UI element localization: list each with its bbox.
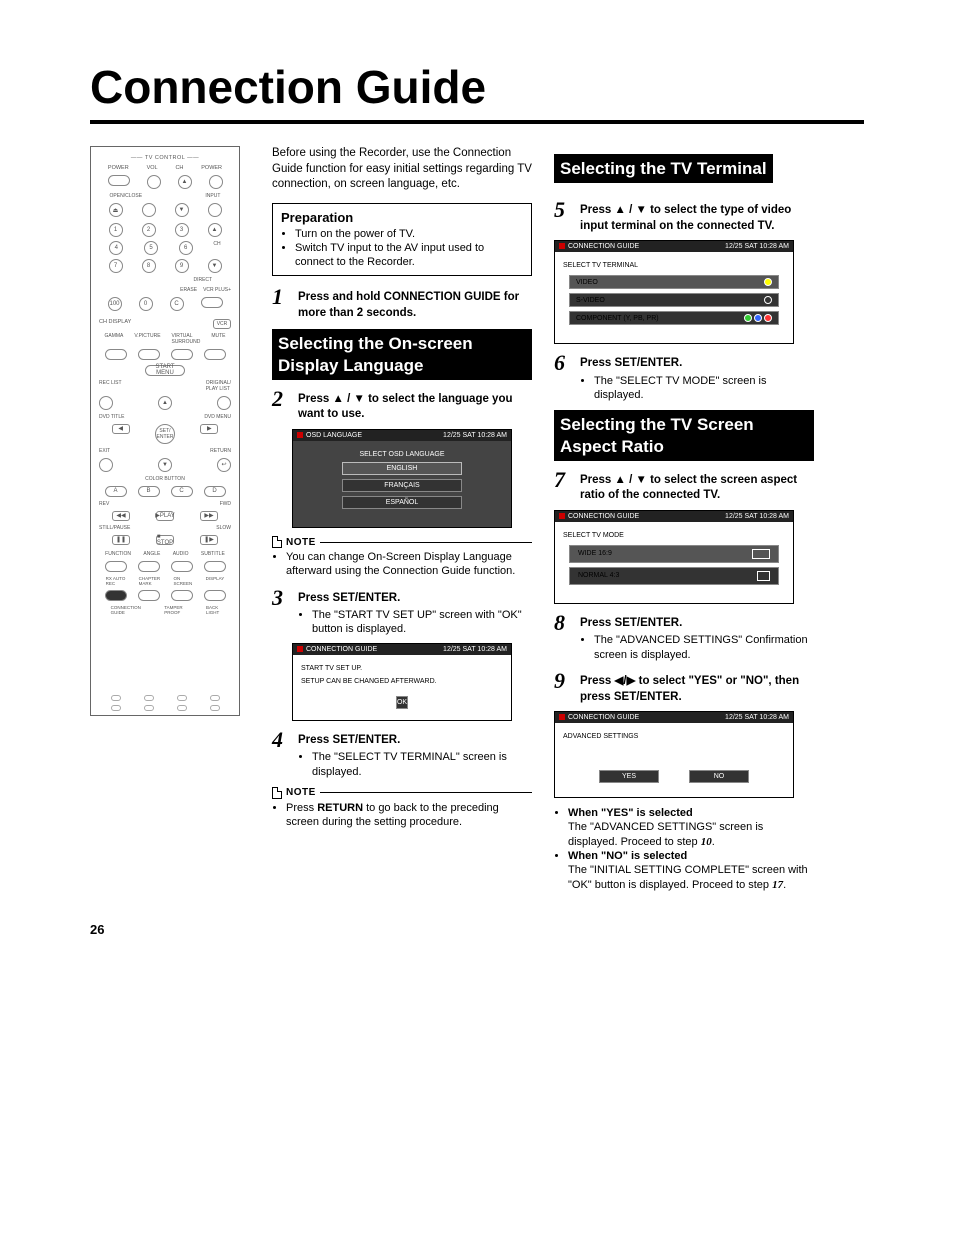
step-1: 1 Press and hold CONNECTION GUIDE for mo… [272, 286, 532, 321]
step-number: 4 [272, 729, 290, 779]
step-number: 8 [554, 612, 572, 662]
step-7: 7 Press ▲ / ▼ to select the screen aspec… [554, 469, 814, 504]
heading-aspect: Selecting the TV Screen Aspect Ratio [554, 410, 814, 461]
screen-start-setup: CONNECTION GUIDE12/25 SAT 10:28 AM START… [292, 643, 512, 721]
step-number: 7 [554, 469, 572, 504]
step-number: 6 [554, 352, 572, 402]
screen-tv-terminal: CONNECTION GUIDE12/25 SAT 10:28 AM SELEC… [554, 240, 794, 344]
remote-column: —— TV CONTROL —— POWERVOLCHPOWER ▲ OPEN/… [90, 146, 250, 892]
step-number: 1 [272, 286, 290, 321]
step-9: 9 Press ◀/▶ to select "YES" or "NO", the… [554, 670, 814, 705]
step-number: 5 [554, 199, 572, 234]
preparation-box: Preparation Turn on the power of TV. Swi… [272, 203, 532, 277]
screen-advanced: CONNECTION GUIDE12/25 SAT 10:28 AM ADVAN… [554, 711, 794, 798]
step-3: 3 Press SET/ENTER. The "START TV SET UP"… [272, 587, 532, 637]
heading-language: Selecting the On-screen Display Language [272, 329, 532, 380]
note-text: You can change On-Screen Display Languag… [286, 550, 532, 579]
heading-terminal: Selecting the TV Terminal [554, 154, 773, 183]
step-number: 3 [272, 587, 290, 637]
step-2: 2 Press ▲ / ▼ to select the language you… [272, 388, 532, 423]
step-8: 8 Press SET/ENTER. The "ADVANCED SETTING… [554, 612, 814, 662]
step-6: 6 Press SET/ENTER. The "SELECT TV MODE" … [554, 352, 814, 402]
note-icon [272, 536, 282, 548]
outcome-yes: When "YES" is selected The "ADVANCED SET… [568, 806, 814, 849]
note-heading: NOTE [272, 787, 532, 799]
step-5: 5 Press ▲ / ▼ to select the type of vide… [554, 199, 814, 234]
screen-tv-mode: CONNECTION GUIDE12/25 SAT 10:28 AM SELEC… [554, 510, 794, 604]
screen-osd-language: OSD LANGUAGE12/25 SAT 10:28 AM SELECT OS… [292, 429, 512, 528]
outcome-no: When "NO" is selected The "INITIAL SETTI… [568, 849, 814, 892]
column-middle: Before using the Recorder, use the Conne… [272, 146, 532, 892]
note-text: Press RETURN to go back to the preceding… [286, 801, 532, 830]
prep-item: Turn on the power of TV. [295, 227, 523, 241]
prep-item: Switch TV input to the AV input used to … [295, 241, 523, 270]
preparation-heading: Preparation [281, 210, 523, 225]
remote-illustration: —— TV CONTROL —— POWERVOLCHPOWER ▲ OPEN/… [90, 146, 240, 716]
step-number: 9 [554, 670, 572, 705]
page-title: Connection Guide [90, 60, 864, 124]
step-4: 4 Press SET/ENTER. The "SELECT TV TERMIN… [272, 729, 532, 779]
page-number: 26 [90, 922, 864, 937]
note-icon [272, 787, 282, 799]
intro-text: Before using the Recorder, use the Conne… [272, 146, 532, 193]
note-heading: NOTE [272, 536, 532, 548]
step-number: 2 [272, 388, 290, 423]
column-right: Selecting the TV Terminal 5 Press ▲ / ▼ … [554, 146, 814, 892]
